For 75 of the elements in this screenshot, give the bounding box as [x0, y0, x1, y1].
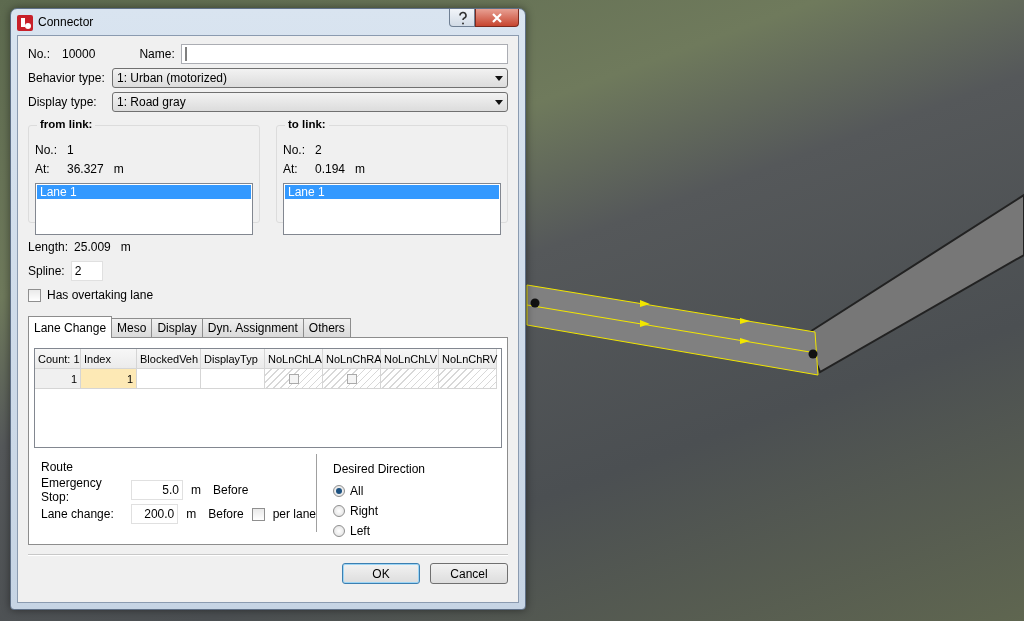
cancel-button[interactable]: Cancel — [430, 563, 508, 584]
section-title: Desired Direction — [333, 462, 426, 476]
field-label: Length: — [28, 240, 69, 254]
lane-change-field[interactable]: 200.0 — [131, 504, 179, 524]
field-value: 2 — [315, 142, 322, 157]
field-label: Lane change: — [41, 507, 115, 521]
field-value: 36.327 — [67, 161, 104, 176]
field-value: 10000 — [62, 47, 96, 61]
field-label: At: — [283, 161, 299, 176]
display-type-dropdown[interactable]: 1: Road gray — [112, 92, 508, 112]
field-label: Before — [213, 483, 249, 497]
name-field[interactable] — [180, 44, 508, 64]
emergency-stop-field[interactable]: 5.0 — [131, 480, 183, 500]
section-title: Route — [41, 460, 75, 474]
tab[interactable]: Meso — [111, 318, 153, 337]
table-cell[interactable] — [137, 369, 201, 389]
radio-label: Left — [350, 524, 370, 538]
unit-label: m — [355, 161, 366, 176]
tab[interactable]: Others — [302, 318, 351, 337]
help-icon — [456, 10, 468, 25]
row-header[interactable]: 1 — [35, 369, 81, 389]
field-value: 0.194 — [315, 161, 346, 176]
checkbox-label: Has overtaking lane — [47, 288, 154, 302]
field-label: No.: — [283, 142, 305, 157]
field-label: No.: — [28, 47, 50, 61]
spline-field[interactable]: 2 — [70, 261, 103, 281]
radio-label: Right — [350, 504, 378, 518]
table-cell — [439, 369, 497, 389]
field-value: 1 — [67, 142, 74, 157]
field-label: No.: — [35, 142, 57, 157]
checkbox-label: per lane — [272, 507, 316, 521]
field-label: Display type: — [28, 95, 98, 109]
close-icon — [491, 11, 503, 24]
unit-label: m — [186, 507, 197, 521]
checkbox[interactable] — [346, 373, 357, 384]
field-label: Emergency Stop: — [41, 476, 103, 504]
tab[interactable]: Dyn. Assignment — [201, 318, 304, 337]
radio-button[interactable] — [333, 485, 345, 497]
radio-label: All — [350, 484, 364, 498]
column-header[interactable]: NoLnChRV — [439, 349, 497, 369]
checkbox[interactable] — [251, 507, 265, 521]
field-label: Spline: — [28, 264, 65, 278]
field-label: At: — [35, 161, 51, 176]
column-header[interactable]: Index — [81, 349, 137, 369]
group-title: from link: — [37, 118, 96, 130]
ok-button[interactable]: OK — [342, 563, 420, 584]
text-cursor-icon — [184, 47, 187, 61]
table-cell[interactable]: 1 — [81, 369, 137, 389]
close-button[interactable] — [475, 9, 519, 27]
window-title: Connector — [38, 15, 95, 29]
tab[interactable]: Lane Change — [28, 316, 113, 338]
field-label: Behavior type: — [28, 71, 106, 85]
help-button[interactable] — [449, 9, 475, 27]
field-value: 25.009 — [74, 240, 111, 254]
column-header[interactable]: DisplayTyp — [201, 349, 265, 369]
caret-icon — [495, 99, 503, 105]
app-icon — [17, 15, 33, 31]
column-header[interactable]: NoLnChRA — [323, 349, 381, 369]
column-header[interactable]: Count: 1 — [35, 349, 81, 369]
checkbox[interactable] — [288, 373, 299, 384]
column-header[interactable]: NoLnChLV — [381, 349, 439, 369]
group-title: to link: — [285, 118, 329, 130]
unit-label: m — [113, 161, 124, 176]
tab[interactable]: Display — [151, 318, 203, 337]
field-label: Name: — [139, 47, 175, 61]
radio-button[interactable] — [333, 525, 345, 537]
unit-label: m — [191, 483, 201, 497]
behavior-type-dropdown[interactable]: 1: Urban (motorized) — [112, 68, 508, 88]
radio-button[interactable] — [333, 505, 345, 517]
field-label: Before — [208, 507, 244, 521]
caret-icon — [495, 75, 503, 81]
unit-label: m — [120, 240, 131, 254]
checkbox[interactable] — [28, 288, 41, 302]
column-header[interactable]: BlockedVeh — [137, 349, 201, 369]
column-header[interactable]: NoLnChLA — [265, 349, 323, 369]
